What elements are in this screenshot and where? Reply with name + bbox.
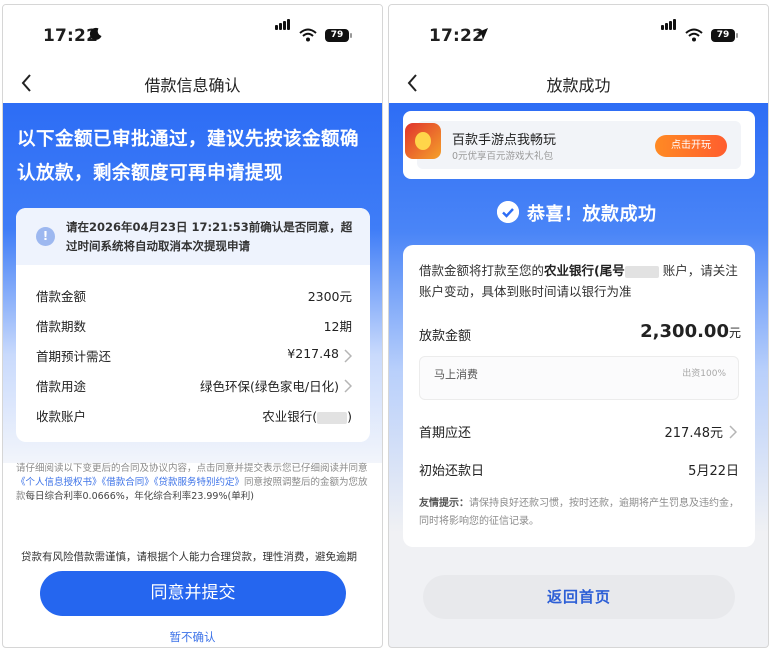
link-loan-contract[interactable]: 《借款合同》 [102, 477, 154, 488]
nav-bar: 借款信息确认 [3, 67, 382, 103]
phone-screen-loan-success: 17:22 79 放款成功 百款手游点我畅玩 0元优享百元游戏大礼包 点击开玩 … [388, 4, 769, 648]
decline-confirm-link[interactable]: 暂不确认 [3, 629, 382, 645]
row-label: 借款用途 [36, 379, 87, 394]
deadline-notice-text: 请在2026年04月23日 17:21:53前确认是否同意，超过时间系统将自动取… [66, 220, 353, 253]
wifi-icon [299, 27, 317, 46]
moon-icon [89, 27, 103, 45]
row-first-due-date: 初始还款日 5月22日 [419, 460, 739, 484]
terms-text: 请仔细阅读以下变更后的合同及协议内容，点击同意并提交表示您已仔细阅读并同意 [16, 463, 368, 474]
status-bar: 17:22 79 [3, 5, 382, 67]
location-arrow-icon [475, 27, 489, 45]
battery-indicator: 79 [325, 29, 352, 42]
deadline-notice: ! 请在2026年04月23日 17:21:53前确认是否同意，超过时间系统将自… [16, 208, 370, 265]
chevron-right-icon [729, 424, 738, 439]
row-first-repayment[interactable]: 首期应还 217.48元 [419, 422, 739, 446]
loan-detail-rows: 借款金额 2300元 借款期数 12期 首期预计需还 ¥217.48 借款用途 … [16, 282, 370, 432]
ad-play-button[interactable]: 点击开玩 [655, 135, 727, 157]
desc-text: 借款金额将打款至您的 [419, 263, 545, 278]
funder-share: 出资100% [682, 369, 726, 379]
row-value: 绿色环保(绿色家电/日化) [200, 379, 339, 394]
loan-result-card: 借款金额将打款至您的农业银行(尾号 账户，请关注账户变动，具体到账时间请以银行为… [403, 245, 755, 547]
row-value: 5月22日 [688, 464, 739, 479]
row-value: 12期 [323, 319, 352, 334]
masked-account-number [624, 265, 659, 278]
risk-warning: 贷款有风险借款需谨慎，请根据个人能力合理贷款，理性消费，避免逾期 [21, 551, 357, 563]
funder-panel: 马上消费 出资100% [419, 356, 739, 400]
page-title: 借款信息确认 [144, 76, 241, 95]
row-loan-amount: 借款金额 2300元 [16, 282, 370, 312]
link-personal-info-authorization[interactable]: 《个人信息授权书》 [16, 477, 102, 488]
phone-screen-loan-confirm: 17:22 79 借款信息确认 以下金额已审批通过，建议先按该金额确认放款，剩余… [2, 4, 383, 648]
row-value: 2300元 [307, 289, 352, 304]
tip-label: 友情提示： [419, 498, 469, 509]
disbursed-amount-label: 放款金额 [419, 329, 472, 344]
status-bar: 17:22 79 [389, 5, 768, 67]
row-label: 借款金额 [36, 289, 87, 304]
loan-info-card: ! 请在2026年04月23日 17:21:53前确认是否同意，超过时间系统将自… [16, 208, 370, 442]
row-label: 初始还款日 [419, 464, 485, 479]
success-title: 恭喜！放款成功 [527, 204, 657, 225]
return-home-button[interactable]: 返回首页 [423, 575, 735, 619]
ad-subtitle: 0元优享百元游戏大礼包 [452, 151, 554, 162]
agreement-terms: 请仔细阅读以下变更后的合同及协议内容，点击同意并提交表示您已仔细阅读并同意《个人… [16, 462, 372, 504]
ad-title: 百款手游点我畅玩 [452, 133, 557, 148]
interest-rate-text: 每日综合利率0.0666%，年化综合利率23.99%(单利) [25, 491, 254, 502]
row-receiving-account: 收款账户 农业银行() [16, 402, 370, 432]
row-label: 借款期数 [36, 319, 87, 334]
row-label: 首期应还 [419, 426, 472, 441]
amount-number: 2,300.00 [640, 321, 729, 342]
agree-submit-button[interactable]: 同意并提交 [40, 571, 346, 616]
nav-bar: 放款成功 [389, 67, 768, 103]
approval-headline: 以下金额已审批通过，建议先按该金额确认放款，剩余额度可再申请提现 [17, 129, 360, 184]
masked-account-number [317, 411, 348, 424]
disbursed-amount-value: 2,300.00元 [640, 321, 741, 342]
row-loan-purpose[interactable]: 借款用途 绿色环保(绿色家电/日化) [16, 372, 370, 402]
row-value: 217.48元 [664, 426, 724, 441]
info-icon: ! [36, 227, 55, 246]
row-label: 首期预计需还 [36, 349, 112, 364]
check-circle-icon [497, 201, 519, 223]
chevron-right-icon [344, 348, 353, 363]
amount-unit: 元 [728, 326, 741, 340]
row-loan-term: 借款期数 12期 [16, 312, 370, 342]
battery-indicator: 79 [711, 29, 738, 42]
row-value: ¥217.48 [287, 346, 339, 361]
friendly-tip: 友情提示：请保持良好还款习惯，按时还款，逾期将产生罚息及违约金，同时将影响您的征… [419, 495, 743, 531]
wifi-icon [685, 27, 703, 46]
row-first-repayment[interactable]: 首期预计需还 ¥217.48 [16, 342, 370, 372]
account-suffix: ) [347, 409, 352, 424]
row-value: 农业银行() [262, 406, 352, 425]
page-title: 放款成功 [546, 76, 611, 95]
row-label: 收款账户 [36, 409, 87, 424]
link-loan-service-agreement[interactable]: 《贷款服务特别约定》 [154, 477, 244, 488]
transfer-description: 借款金额将打款至您的农业银行(尾号 账户，请关注账户变动，具体到账时间请以银行为… [419, 260, 743, 302]
account-bank: 农业银行( [262, 409, 318, 424]
funder-name: 马上消费 [434, 368, 478, 381]
game-app-icon [405, 123, 441, 159]
chevron-right-icon [344, 378, 353, 393]
desc-bank: 农业银行(尾号 [544, 263, 625, 278]
